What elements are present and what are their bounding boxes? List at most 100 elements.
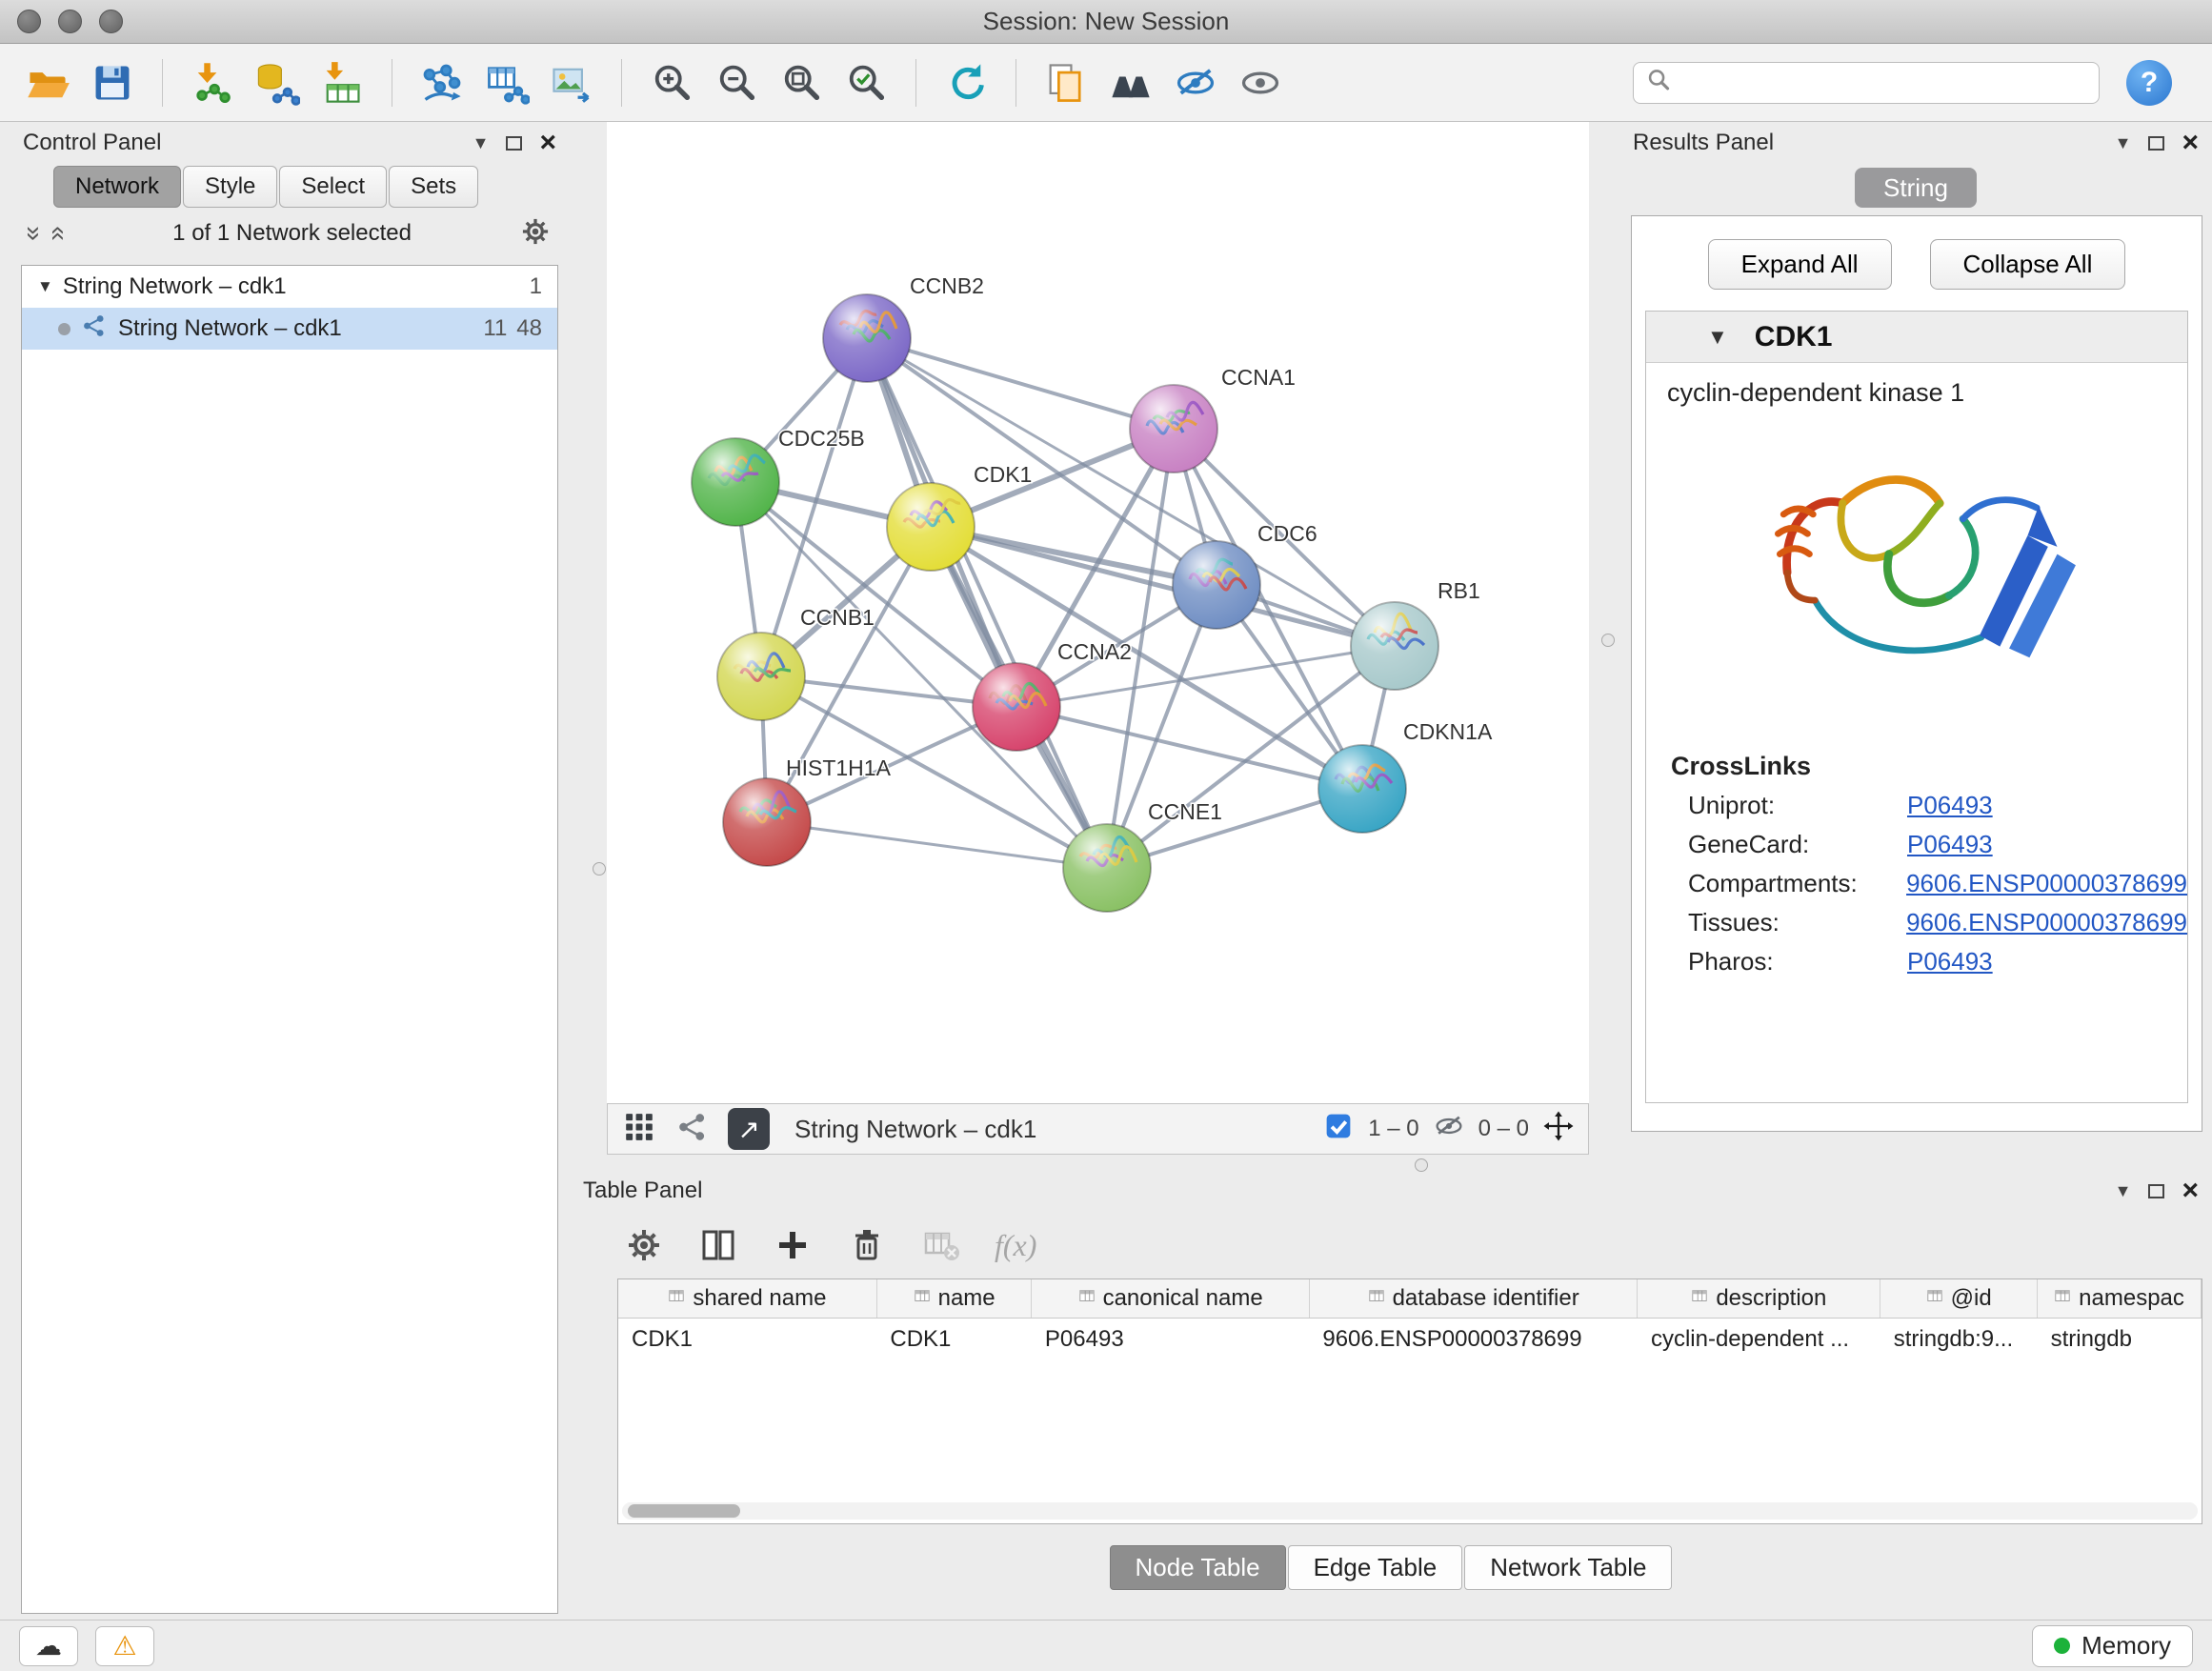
- hide-selected-icon[interactable]: [1167, 53, 1224, 112]
- export-image-icon[interactable]: [543, 53, 600, 112]
- close-panel-icon[interactable]: ×: [539, 129, 556, 157]
- cloud-icon[interactable]: ☁: [19, 1626, 78, 1666]
- table-settings-gear-icon[interactable]: [623, 1224, 665, 1266]
- delete-column-icon[interactable]: [846, 1224, 888, 1266]
- show-columns-icon[interactable]: [697, 1224, 739, 1266]
- network-share-icon[interactable]: [674, 1109, 711, 1150]
- zoom-in-icon[interactable]: [643, 53, 700, 112]
- expand-all-icon[interactable]: «: [43, 226, 73, 241]
- section-caret-icon[interactable]: ▼: [1707, 325, 1728, 350]
- column-header[interactable]: database identifier: [1309, 1279, 1638, 1318]
- tab-style[interactable]: Style: [183, 166, 277, 208]
- column-header[interactable]: @id: [1880, 1279, 2038, 1318]
- network-node-CCNA2[interactable]: [973, 663, 1060, 751]
- refresh-layout-icon[interactable]: [937, 53, 995, 112]
- copy-document-icon[interactable]: [1037, 53, 1095, 112]
- splitter-handle[interactable]: [593, 862, 606, 876]
- column-header[interactable]: namespac: [2038, 1279, 2202, 1318]
- network-edge[interactable]: [867, 338, 1107, 868]
- crosslink-link[interactable]: P06493: [1907, 947, 1993, 976]
- table-row[interactable]: CDK1CDK1P064939606.ENSP00000378699cyclin…: [618, 1318, 2202, 1357]
- expand-all-button[interactable]: Expand All: [1708, 239, 1892, 290]
- network-from-table-icon[interactable]: [478, 53, 535, 112]
- network-row[interactable]: String Network – cdk1 11 48: [22, 308, 557, 350]
- tab-select[interactable]: Select: [279, 166, 387, 208]
- network-node-CCNE1[interactable]: [1063, 824, 1151, 912]
- crosslink-link[interactable]: 9606.ENSP00000378699: [1906, 908, 2187, 937]
- hidden-eye-icon[interactable]: [1433, 1110, 1465, 1149]
- search-input[interactable]: [1679, 70, 2087, 96]
- float-panel-icon[interactable]: [506, 136, 522, 151]
- tab-edge-table[interactable]: Edge Table: [1288, 1545, 1463, 1590]
- save-session-icon[interactable]: [84, 53, 141, 112]
- scrollbar-thumb[interactable]: [628, 1504, 740, 1518]
- help-icon[interactable]: ?: [2126, 60, 2172, 106]
- add-column-icon[interactable]: [772, 1224, 814, 1266]
- network-canvas[interactable]: CCNB2CCNA1CDC25BCDK1CDC6RB1CCNB1CCNA2CDK…: [607, 122, 1589, 1103]
- network-node-CCNA1[interactable]: [1130, 385, 1217, 473]
- network-node-HIST1H1A[interactable]: [723, 778, 811, 866]
- network-node-CCNB2[interactable]: [823, 294, 911, 382]
- pan-crosshair-icon[interactable]: [1542, 1110, 1575, 1149]
- string-tab-badge[interactable]: String: [1855, 168, 1977, 208]
- tab-network[interactable]: Network: [53, 166, 181, 208]
- tab-network-table[interactable]: Network Table: [1464, 1545, 1672, 1590]
- minimize-window-button[interactable]: [58, 10, 82, 33]
- column-header[interactable]: shared name: [618, 1279, 876, 1318]
- column-header[interactable]: canonical name: [1032, 1279, 1309, 1318]
- table-float-icon[interactable]: [2148, 1184, 2164, 1198]
- network-node-CDK1[interactable]: [887, 483, 975, 571]
- table-horizontal-scrollbar[interactable]: [622, 1502, 2198, 1520]
- crosslink-link[interactable]: P06493: [1907, 830, 1993, 859]
- results-float-icon[interactable]: [2148, 136, 2164, 151]
- collapse-all-button[interactable]: Collapse All: [1930, 239, 2126, 290]
- warning-icon[interactable]: ⚠: [95, 1626, 154, 1666]
- collection-caret-icon[interactable]: ▼: [37, 277, 53, 296]
- table-close-icon[interactable]: ×: [2182, 1177, 2199, 1205]
- collection-label: String Network – cdk1: [63, 273, 287, 300]
- network-edge[interactable]: [867, 338, 1174, 429]
- function-builder-icon[interactable]: f(x): [995, 1228, 1036, 1263]
- network-node-CDKN1A[interactable]: [1318, 745, 1406, 833]
- first-neighbors-icon[interactable]: [1102, 53, 1159, 112]
- results-menu-icon[interactable]: ▼: [2115, 133, 2132, 153]
- splitter-handle[interactable]: [1415, 1158, 1428, 1172]
- birds-eye-grid-icon[interactable]: [621, 1109, 657, 1150]
- import-network-file-icon[interactable]: [184, 53, 241, 112]
- protein-section-header[interactable]: ▼ CDK1: [1646, 312, 2187, 363]
- selected-checkbox-icon[interactable]: [1322, 1110, 1355, 1149]
- node-label-CCNB2: CCNB2: [910, 273, 984, 298]
- import-table-file-icon[interactable]: [313, 53, 371, 112]
- string-results-box: Expand All Collapse All ▼ CDK1 cyclin-de…: [1631, 215, 2202, 1132]
- column-header[interactable]: description: [1638, 1279, 1880, 1318]
- zoom-fit-icon[interactable]: [773, 53, 830, 112]
- network-edge[interactable]: [767, 822, 1107, 868]
- export-network-icon[interactable]: ↗: [728, 1108, 770, 1150]
- network-node-RB1[interactable]: [1351, 602, 1438, 690]
- network-node-CDC6[interactable]: [1173, 541, 1260, 629]
- network-collection-row[interactable]: ▼ String Network – cdk1 1: [22, 266, 557, 308]
- network-node-CCNB1[interactable]: [717, 633, 805, 720]
- tab-node-table[interactable]: Node Table: [1110, 1545, 1286, 1590]
- new-network-icon[interactable]: [413, 53, 471, 112]
- column-header[interactable]: name: [876, 1279, 1032, 1318]
- zoom-window-button[interactable]: [99, 10, 123, 33]
- results-close-icon[interactable]: ×: [2182, 129, 2199, 157]
- zoom-selected-icon[interactable]: [837, 53, 895, 112]
- memory-button[interactable]: Memory: [2032, 1625, 2193, 1667]
- tab-sets[interactable]: Sets: [389, 166, 478, 208]
- zoom-out-icon[interactable]: [708, 53, 765, 112]
- network-view[interactable]: CCNB2CCNA1CDC25BCDK1CDC6RB1CCNB1CCNA2CDK…: [607, 122, 1589, 1103]
- table-menu-icon[interactable]: ▼: [2115, 1181, 2132, 1201]
- crosslink-link[interactable]: 9606.ENSP00000378699: [1906, 869, 2187, 898]
- open-session-icon[interactable]: [19, 53, 76, 112]
- close-window-button[interactable]: [17, 10, 41, 33]
- search-box[interactable]: [1633, 62, 2100, 104]
- crosslink-link[interactable]: P06493: [1907, 791, 1993, 820]
- network-node-CDC25B[interactable]: [692, 438, 779, 526]
- network-options-gear-icon[interactable]: [518, 214, 553, 253]
- show-all-icon[interactable]: [1232, 53, 1289, 112]
- import-network-database-icon[interactable]: [249, 53, 306, 112]
- splitter-handle[interactable]: [1601, 634, 1615, 647]
- panel-menu-icon[interactable]: ▼: [473, 133, 490, 153]
